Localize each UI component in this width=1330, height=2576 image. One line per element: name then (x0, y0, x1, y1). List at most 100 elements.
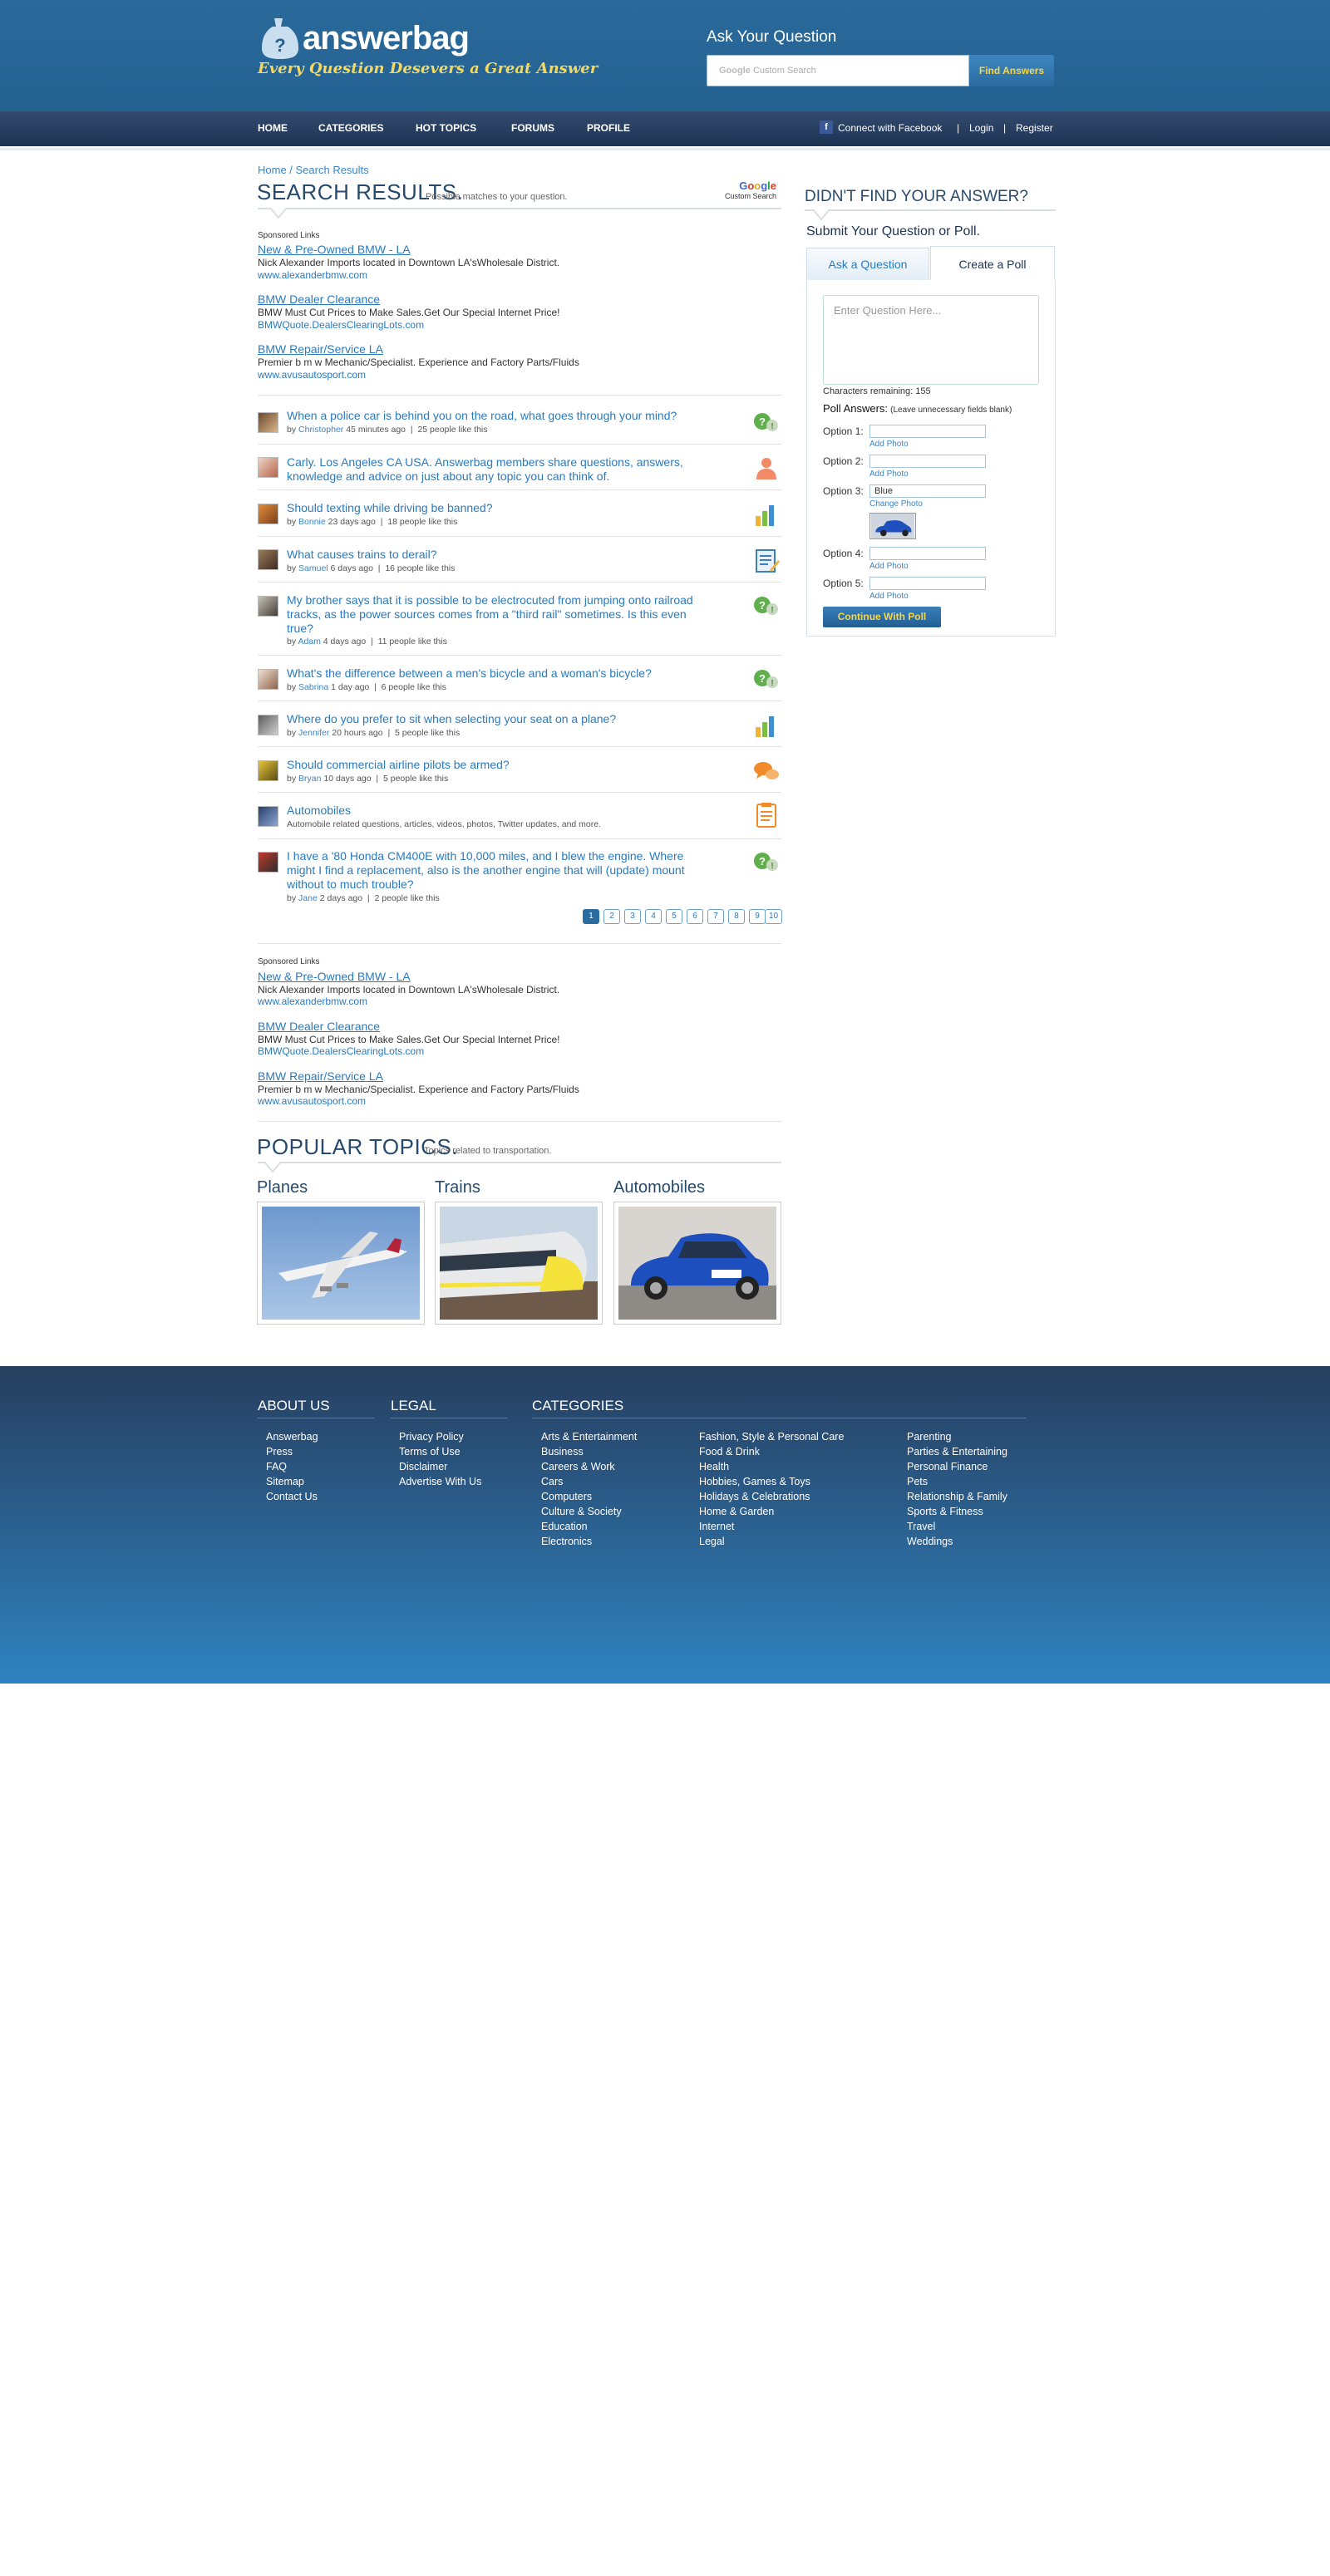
user-link[interactable]: Samuel (298, 563, 328, 573)
page-button[interactable]: 1 (583, 909, 599, 924)
question-link[interactable]: What causes trains to derail? (287, 548, 711, 562)
footer-category-link[interactable]: Internet (699, 1521, 734, 1532)
user-link[interactable]: Sabrina (298, 682, 328, 692)
tab-create-poll[interactable]: Create a Poll (930, 246, 1055, 281)
footer-link[interactable]: Contact Us (266, 1491, 318, 1502)
option-3-input[interactable]: Blue (869, 484, 986, 498)
sponsored-url[interactable]: BMWQuote.DealersClearingLots.com (258, 319, 424, 331)
footer-category-link[interactable]: Holidays & Celebrations (699, 1491, 810, 1502)
user-link[interactable]: Jane (298, 893, 318, 903)
footer-link[interactable]: FAQ (266, 1461, 287, 1472)
change-photo-link[interactable]: Change Photo (869, 499, 923, 509)
user-link[interactable]: Adam (298, 637, 320, 646)
sponsored-link[interactable]: New & Pre-Owned BMW - LA (258, 243, 411, 256)
question-link[interactable]: Where do you prefer to sit when selectin… (287, 712, 711, 726)
sponsored-url[interactable]: BMWQuote.DealersClearingLots.com (258, 1045, 424, 1057)
footer-category-link[interactable]: Arts & Entertainment (541, 1431, 637, 1443)
sponsored-url[interactable]: www.alexanderbmw.com (258, 995, 367, 1007)
footer-category-link[interactable]: Home & Garden (699, 1506, 774, 1517)
sponsored-url[interactable]: www.avusautosport.com (258, 1095, 366, 1107)
facebook-icon[interactable]: f (820, 120, 833, 134)
topic-name-trains[interactable]: Trains (435, 1178, 480, 1197)
footer-category-link[interactable]: Personal Finance (907, 1461, 988, 1472)
question-link[interactable]: Should commercial airline pilots be arme… (287, 758, 711, 772)
user-avatar[interactable] (258, 504, 278, 524)
question-textarea[interactable]: Enter Question Here... (823, 295, 1039, 385)
page-button[interactable]: 2 (603, 909, 620, 924)
user-avatar[interactable] (258, 412, 278, 433)
footer-category-link[interactable]: Hobbies, Games & Toys (699, 1476, 810, 1487)
footer-category-link[interactable]: Culture & Society (541, 1506, 622, 1517)
nav-forums[interactable]: FORUMS (511, 122, 554, 134)
sponsored-link[interactable]: BMW Repair/Service LA (258, 342, 383, 356)
topic-name-planes[interactable]: Planes (257, 1178, 308, 1197)
question-search-input[interactable]: Google Custom Search (707, 55, 969, 86)
topic-link[interactable]: Automobiles (287, 804, 711, 818)
page-button[interactable]: 8 (728, 909, 745, 924)
option-2-input[interactable] (869, 455, 986, 468)
connect-facebook-link[interactable]: Connect with Facebook (838, 122, 942, 134)
topic-thumbnail[interactable] (258, 806, 278, 827)
footer-link[interactable]: Press (266, 1446, 293, 1458)
sponsored-url[interactable]: www.alexanderbmw.com (258, 269, 367, 281)
footer-category-link[interactable]: Cars (541, 1476, 563, 1487)
add-photo-link[interactable]: Add Photo (869, 562, 909, 571)
footer-category-link[interactable]: Business (541, 1446, 584, 1458)
continue-with-poll-button[interactable]: Continue With Poll (823, 607, 941, 627)
nav-categories[interactable]: CATEGORIES (318, 122, 383, 134)
footer-category-link[interactable]: Fashion, Style & Personal Care (699, 1431, 844, 1443)
user-avatar[interactable] (258, 852, 278, 873)
footer-category-link[interactable]: Legal (699, 1536, 725, 1547)
question-link[interactable]: I have a '80 Honda CM400E with 10,000 mi… (287, 849, 711, 892)
add-photo-link[interactable]: Add Photo (869, 440, 909, 449)
user-avatar[interactable] (258, 760, 278, 781)
footer-category-link[interactable]: Weddings (907, 1536, 953, 1547)
footer-category-link[interactable]: Electronics (541, 1536, 592, 1547)
topic-card-planes[interactable] (257, 1202, 425, 1325)
page-button[interactable]: 3 (624, 909, 641, 924)
user-link[interactable]: Christopher (298, 425, 343, 435)
footer-link[interactable]: Answerbag (266, 1431, 318, 1443)
footer-category-link[interactable]: Computers (541, 1491, 592, 1502)
user-avatar[interactable] (258, 669, 278, 690)
sponsored-url[interactable]: www.avusautosport.com (258, 369, 366, 381)
add-photo-link[interactable]: Add Photo (869, 592, 909, 601)
question-link[interactable]: What's the difference between a men's bi… (287, 666, 711, 681)
footer-link[interactable]: Disclaimer (399, 1461, 447, 1472)
footer-category-link[interactable]: Sports & Fitness (907, 1506, 983, 1517)
sponsored-link[interactable]: BMW Dealer Clearance (258, 293, 380, 306)
footer-category-link[interactable]: Food & Drink (699, 1446, 760, 1458)
footer-category-link[interactable]: Travel (907, 1521, 935, 1532)
user-avatar[interactable] (258, 549, 278, 570)
nav-home[interactable]: HOME (258, 122, 288, 134)
topic-card-trains[interactable] (435, 1202, 603, 1325)
question-link[interactable]: Should texting while driving be banned? (287, 501, 711, 515)
option-photo-thumbnail[interactable] (869, 513, 916, 539)
option-4-input[interactable] (869, 547, 986, 560)
topic-name-automobiles[interactable]: Automobiles (613, 1178, 705, 1197)
user-link[interactable]: Bryan (298, 774, 321, 784)
user-avatar[interactable] (258, 715, 278, 735)
site-logo[interactable]: answerbag (303, 20, 470, 57)
user-avatar[interactable] (258, 596, 278, 617)
login-link[interactable]: Login (969, 122, 993, 134)
footer-category-link[interactable]: Careers & Work (541, 1461, 615, 1472)
page-button[interactable]: 6 (687, 909, 703, 924)
page-button[interactable]: 5 (666, 909, 682, 924)
sponsored-link[interactable]: BMW Dealer Clearance (258, 1020, 380, 1033)
footer-category-link[interactable]: Health (699, 1461, 729, 1472)
nav-hot-topics[interactable]: HOT TOPICS (416, 122, 476, 134)
footer-category-link[interactable]: Parenting (907, 1431, 952, 1443)
topic-card-automobiles[interactable] (613, 1202, 781, 1325)
footer-link[interactable]: Sitemap (266, 1476, 304, 1487)
add-photo-link[interactable]: Add Photo (869, 469, 909, 479)
footer-category-link[interactable]: Pets (907, 1476, 928, 1487)
page-button[interactable]: 4 (645, 909, 662, 924)
user-avatar[interactable] (258, 457, 278, 478)
page-button[interactable]: 7 (707, 909, 724, 924)
sponsored-link[interactable]: BMW Repair/Service LA (258, 1069, 383, 1083)
footer-link[interactable]: Terms of Use (399, 1446, 461, 1458)
tab-ask-question[interactable]: Ask a Question (806, 248, 929, 281)
footer-category-link[interactable]: Relationship & Family (907, 1491, 1007, 1502)
sponsored-link[interactable]: New & Pre-Owned BMW - LA (258, 970, 411, 983)
